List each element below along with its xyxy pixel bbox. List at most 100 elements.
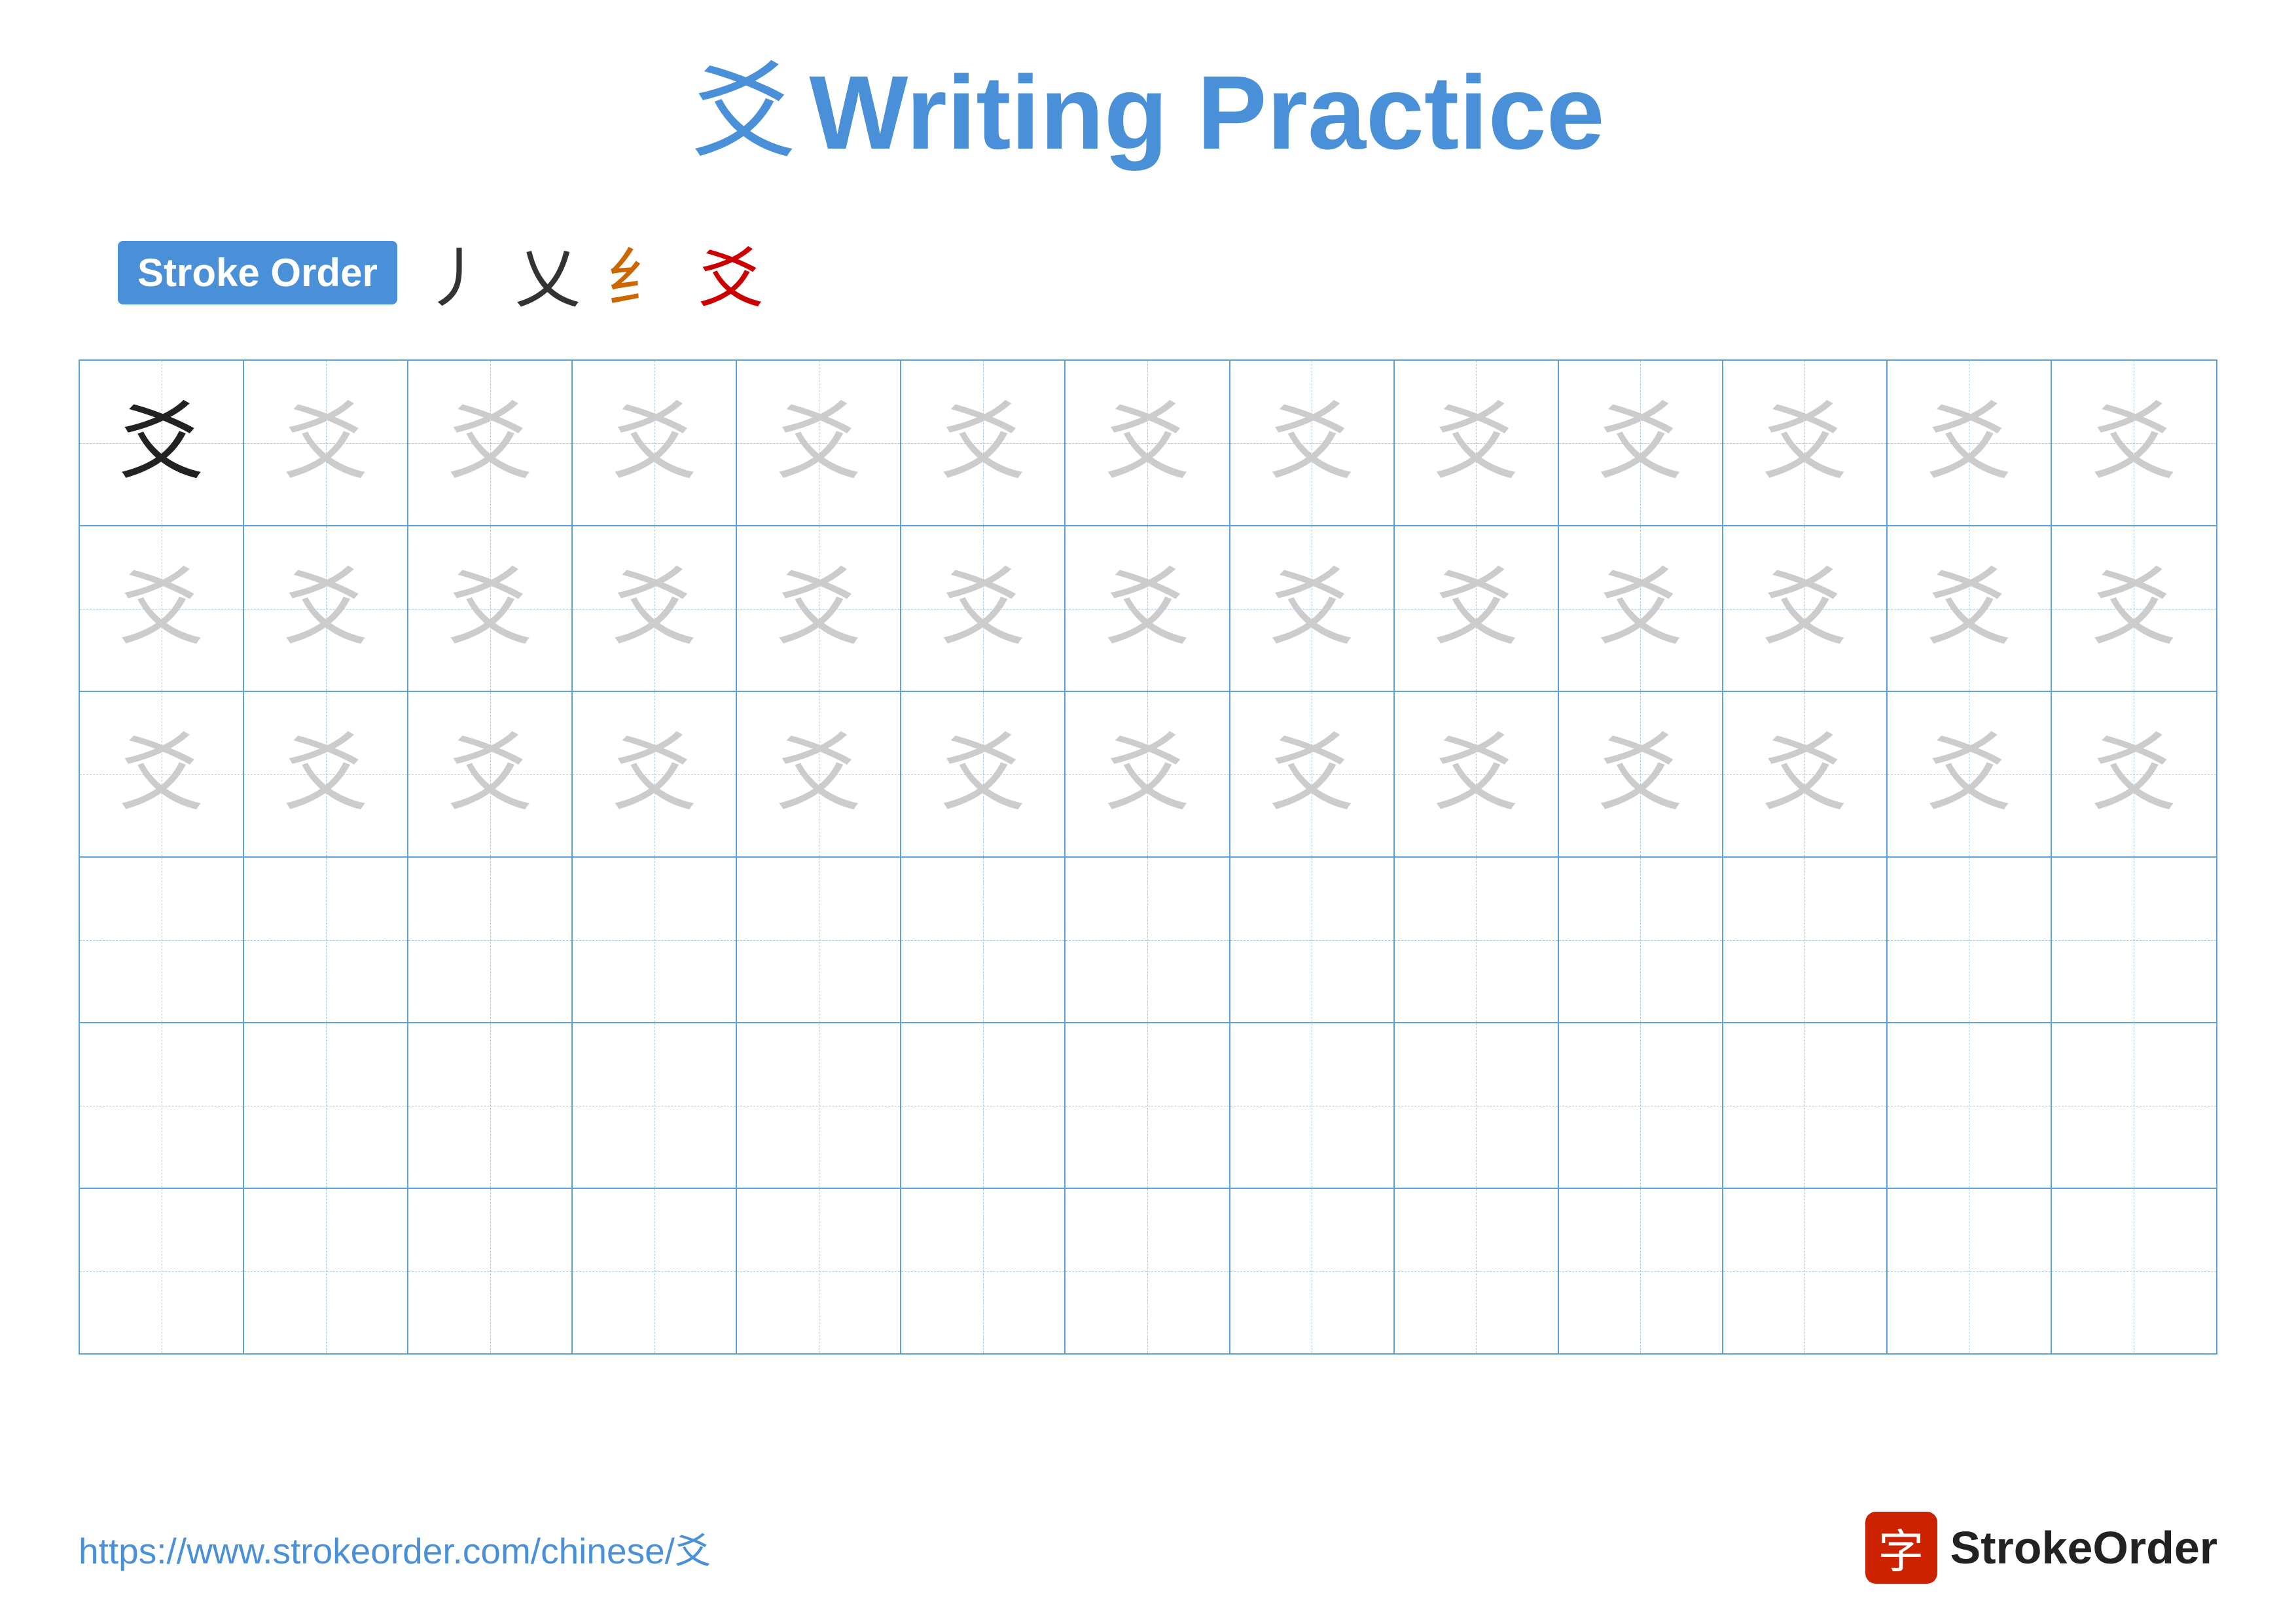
grid-cell: 爻 — [80, 361, 244, 525]
grid-cell: 爻 — [408, 692, 573, 856]
grid-cell: 爻 — [737, 692, 901, 856]
practice-char: 爻 — [776, 401, 861, 486]
practice-char: 爻 — [1926, 732, 2011, 817]
grid-cell: 爻 — [1066, 526, 1230, 691]
grid-cell: 爻 — [1723, 526, 1888, 691]
practice-char: 爻 — [448, 401, 533, 486]
grid-cell — [1066, 1189, 1230, 1353]
grid-cell — [1066, 1023, 1230, 1188]
grid-cell: 爻 — [244, 361, 408, 525]
grid-cell — [80, 1189, 244, 1353]
practice-char: 爻 — [1762, 566, 1847, 651]
grid-cell: 爻 — [1066, 692, 1230, 856]
grid-cell — [573, 1023, 737, 1188]
grid-cell: 爻 — [2052, 526, 2216, 691]
logo-text: StrokeOrder — [1950, 1522, 2217, 1574]
grid-cell — [1230, 1189, 1395, 1353]
practice-char: 爻 — [448, 566, 533, 651]
grid-cell: 爻 — [2052, 361, 2216, 525]
grid-cell: 爻 — [408, 361, 573, 525]
grid-cell: 爻 — [408, 526, 573, 691]
practice-char: 爻 — [1762, 401, 1847, 486]
grid-row-6 — [80, 1189, 2216, 1353]
grid-cell: 爻 — [1559, 692, 1723, 856]
practice-char: 爻 — [1762, 732, 1847, 817]
practice-char: 爻 — [283, 401, 368, 486]
practice-char: 爻 — [1926, 566, 2011, 651]
grid-cell — [1395, 1023, 1559, 1188]
grid-cell — [1888, 1023, 2052, 1188]
practice-char: 爻 — [612, 401, 697, 486]
practice-char: 爻 — [612, 732, 697, 817]
stroke-step-3: 纟 — [607, 225, 672, 320]
stroke-order-badge[interactable]: Stroke Order — [118, 241, 397, 304]
practice-char: 爻 — [1269, 732, 1354, 817]
title-text: Writing Practice — [809, 52, 1604, 173]
practice-char: 爻 — [1433, 566, 1518, 651]
grid-cell: 爻 — [573, 361, 737, 525]
grid-cell — [2052, 858, 2216, 1022]
grid-row-1: 爻 爻 爻 爻 爻 爻 爻 爻 爻 爻 爻 爻 爻 — [80, 361, 2216, 526]
title-character: 爻 — [691, 60, 796, 165]
grid-cell — [80, 1023, 244, 1188]
grid-cell: 爻 — [573, 526, 737, 691]
practice-grid: 爻 爻 爻 爻 爻 爻 爻 爻 爻 爻 爻 爻 爻 爻 爻 爻 爻 爻 爻 爻 … — [79, 359, 2217, 1355]
practice-char: 爻 — [1926, 401, 2011, 486]
page-content: 爻 Writing Practice Stroke Order 丿 乂 纟 爻 … — [0, 0, 2296, 1623]
practice-char: 爻 — [119, 566, 204, 651]
grid-cell: 爻 — [1066, 361, 1230, 525]
practice-char: 爻 — [1433, 732, 1518, 817]
practice-char: 爻 — [119, 732, 204, 817]
grid-cell — [244, 858, 408, 1022]
grid-cell — [737, 1023, 901, 1188]
grid-cell — [1066, 858, 1230, 1022]
grid-row-5 — [80, 1023, 2216, 1189]
grid-cell: 爻 — [737, 361, 901, 525]
practice-char: 爻 — [448, 732, 533, 817]
grid-cell — [1723, 1023, 1888, 1188]
grid-cell: 爻 — [80, 526, 244, 691]
grid-cell: 爻 — [244, 526, 408, 691]
footer-url[interactable]: https://www.strokeorder.com/chinese/爻 — [79, 1522, 711, 1574]
grid-cell — [244, 1189, 408, 1353]
grid-cell: 爻 — [1395, 361, 1559, 525]
grid-cell — [1888, 1189, 2052, 1353]
grid-cell: 爻 — [1230, 361, 1395, 525]
grid-cell — [1395, 1189, 1559, 1353]
grid-cell: 爻 — [901, 526, 1066, 691]
grid-cell — [2052, 1023, 2216, 1188]
grid-cell: 爻 — [1395, 526, 1559, 691]
title-area: 爻 Writing Practice — [691, 52, 1604, 173]
grid-cell: 爻 — [1230, 526, 1395, 691]
practice-char: 爻 — [119, 401, 204, 486]
grid-cell — [901, 1023, 1066, 1188]
grid-cell: 爻 — [1888, 526, 2052, 691]
grid-cell: 爻 — [244, 692, 408, 856]
grid-cell: 爻 — [737, 526, 901, 691]
grid-cell — [244, 1023, 408, 1188]
grid-cell: 爻 — [1888, 361, 2052, 525]
practice-char: 爻 — [1105, 566, 1190, 651]
grid-cell — [80, 858, 244, 1022]
practice-char: 爻 — [283, 566, 368, 651]
grid-cell: 爻 — [2052, 692, 2216, 856]
grid-cell — [1723, 1189, 1888, 1353]
grid-cell — [737, 858, 901, 1022]
stroke-step-2: 乂 — [515, 225, 581, 320]
practice-char: 爻 — [1598, 566, 1683, 651]
grid-cell: 爻 — [573, 692, 737, 856]
grid-cell — [1559, 1189, 1723, 1353]
grid-cell — [1559, 1023, 1723, 1188]
logo-icon: 字 — [1865, 1512, 1937, 1584]
grid-cell — [901, 1189, 1066, 1353]
grid-cell — [1395, 858, 1559, 1022]
practice-char: 爻 — [1433, 401, 1518, 486]
footer-logo: 字 StrokeOrder — [1865, 1512, 2217, 1584]
grid-cell — [1888, 858, 2052, 1022]
practice-char: 爻 — [941, 401, 1026, 486]
grid-cell — [2052, 1189, 2216, 1353]
grid-cell — [1559, 858, 1723, 1022]
grid-cell — [737, 1189, 901, 1353]
grid-cell — [1230, 858, 1395, 1022]
grid-cell: 爻 — [1559, 361, 1723, 525]
